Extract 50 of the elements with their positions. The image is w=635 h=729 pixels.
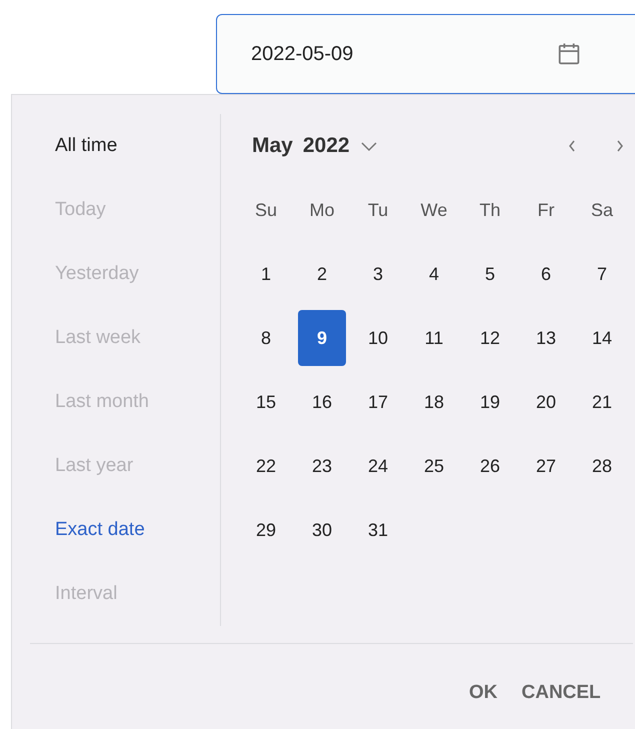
preset-option[interactable]: Exact date [55, 516, 145, 544]
day-cell[interactable]: 12 [466, 310, 514, 366]
weekday-label: Tu [368, 198, 388, 222]
day-cell[interactable]: 14 [578, 310, 626, 366]
day-cell[interactable]: 6 [522, 246, 570, 302]
day-cell[interactable]: 8 [242, 310, 290, 366]
day-cell[interactable]: 10 [354, 310, 402, 366]
weekday-label: Mo [309, 198, 334, 222]
day-cell[interactable]: 13 [522, 310, 570, 366]
day-cell[interactable]: 29 [242, 502, 290, 558]
day-cell[interactable]: 20 [522, 374, 570, 430]
next-month-icon[interactable] [616, 140, 624, 152]
month-label: May [252, 133, 293, 160]
weekday-label: Su [254, 198, 278, 222]
day-cell[interactable]: 17 [354, 374, 402, 430]
day-cell[interactable]: 25 [410, 438, 458, 494]
day-cell[interactable]: 1 [242, 246, 290, 302]
day-cell[interactable]: 7 [578, 246, 626, 302]
day-cell[interactable]: 18 [410, 374, 458, 430]
day-cell[interactable]: 26 [466, 438, 514, 494]
year-label: 2022 [302, 133, 350, 160]
day-cell[interactable]: 5 [466, 246, 514, 302]
day-cell[interactable]: 3 [354, 246, 402, 302]
day-cell[interactable]: 23 [298, 438, 346, 494]
weekday-label: Th [479, 198, 500, 222]
day-cell[interactable]: 24 [354, 438, 402, 494]
previous-month-icon[interactable] [568, 140, 576, 152]
day-cell[interactable]: 21 [578, 374, 626, 430]
month-year-selector[interactable]: May 2022 [238, 130, 556, 162]
dialog-button[interactable]: OK [461, 669, 506, 717]
dialog-button[interactable]: CANCEL [514, 669, 609, 717]
day-cell[interactable]: 19 [466, 374, 514, 430]
day-cell[interactable]: 2 [298, 246, 346, 302]
day-cell[interactable]: 22 [242, 438, 290, 494]
weekday-label: Sa [590, 198, 614, 222]
day-cell[interactable]: 16 [298, 374, 346, 430]
weekday-label: Fr [538, 198, 554, 222]
date-field[interactable]: 2022-05-09 [216, 14, 635, 94]
weekday-label: We [420, 198, 448, 222]
day-cell[interactable]: 9 [298, 310, 346, 366]
day-cell[interactable]: 11 [410, 310, 458, 366]
day-cell[interactable]: 27 [522, 438, 570, 494]
day-cell[interactable]: 31 [354, 502, 402, 558]
day-cell[interactable]: 15 [242, 374, 290, 430]
preset-option[interactable]: All time [55, 132, 118, 160]
date-input[interactable]: 2022-05-09 [251, 39, 555, 69]
chevron-down-icon [360, 140, 378, 152]
day-cell[interactable]: 4 [410, 246, 458, 302]
day-cell[interactable]: 30 [298, 502, 346, 558]
day-cell[interactable]: 28 [578, 438, 626, 494]
